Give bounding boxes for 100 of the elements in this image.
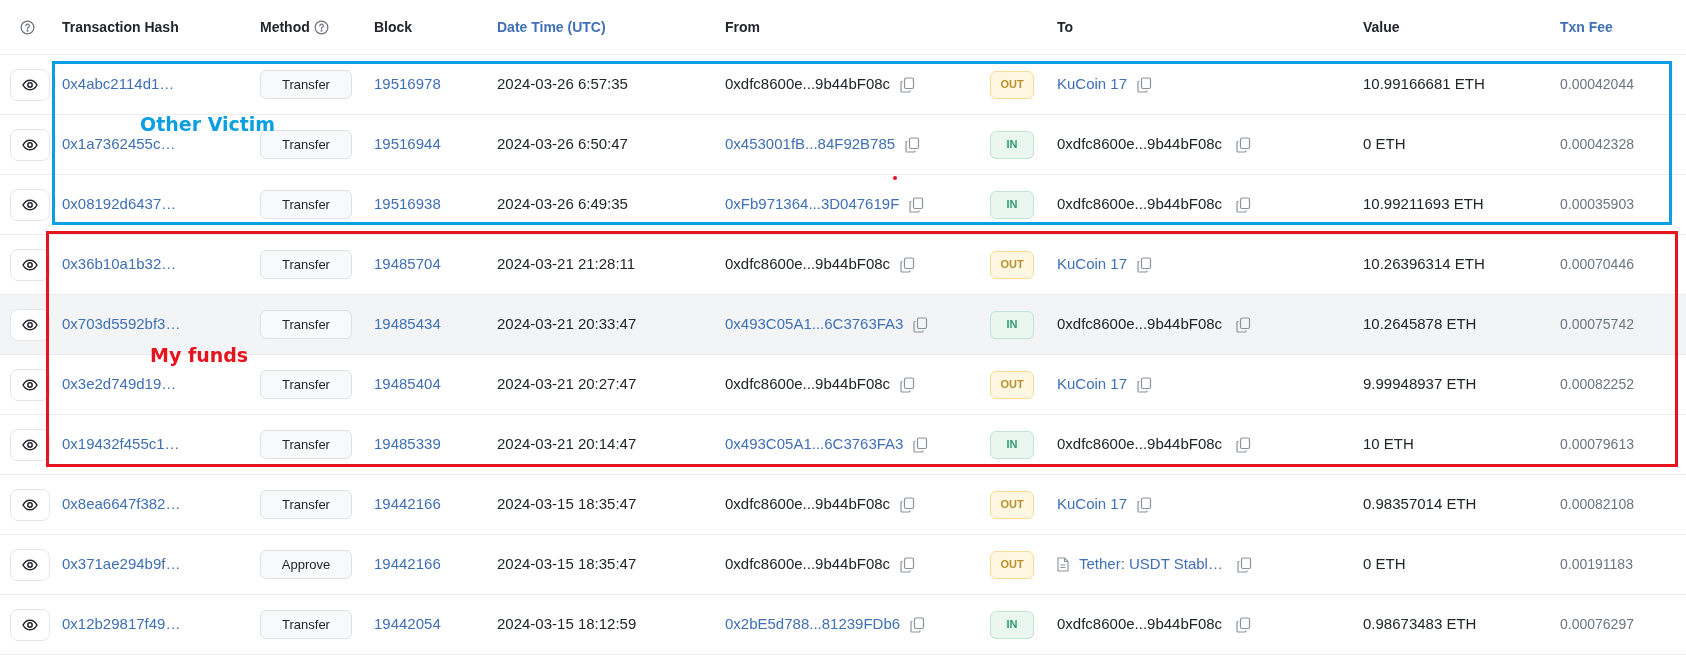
view-details-button[interactable] [10, 68, 50, 101]
block-link[interactable]: 19485434 [374, 313, 497, 336]
copy-icon[interactable] [1236, 556, 1252, 573]
transaction-hash-link[interactable]: 0x3e2d749d19… [62, 373, 260, 396]
view-details-button[interactable] [10, 308, 50, 341]
direction-tag: IN [990, 130, 1034, 159]
method-tag[interactable]: Transfer [260, 370, 352, 399]
view-details-button[interactable] [10, 548, 50, 581]
direction-tag: IN [990, 310, 1034, 339]
method-tag[interactable]: Transfer [260, 250, 352, 279]
column-header: Method [260, 17, 310, 37]
transaction-hash-link[interactable]: 0x703d5592bf3… [62, 313, 260, 336]
value-text: 10 ETH [1363, 434, 1415, 455]
copy-icon[interactable] [909, 196, 925, 213]
from-address-link[interactable]: 0x493C05A1...6C3763FA3 [725, 433, 904, 456]
block-link[interactable]: 19516978 [374, 73, 497, 96]
from-address-text: 0xdfc8600e...9b44bF08c [725, 554, 891, 575]
block-link[interactable]: 19442166 [374, 493, 497, 516]
method-tag[interactable]: Transfer [260, 430, 352, 459]
to-address-link[interactable]: Tether: USDT Stabl… [1079, 553, 1223, 576]
copy-icon[interactable] [900, 556, 916, 573]
eye-icon [22, 258, 38, 271]
copy-icon[interactable] [905, 136, 921, 153]
copy-icon[interactable] [1137, 76, 1153, 93]
to-address-link[interactable]: KuCoin 17 [1057, 253, 1128, 276]
method-tag[interactable]: Transfer [260, 130, 352, 159]
txn-fee-text: 0.00079613 [1560, 435, 1635, 454]
block-link[interactable]: 19516938 [374, 193, 497, 216]
eye-icon [22, 138, 38, 151]
copy-icon[interactable] [1137, 496, 1153, 513]
view-details-button[interactable] [10, 188, 50, 221]
date-time-text: 2024-03-21 20:33:47 [497, 314, 638, 335]
transaction-hash-link[interactable]: 0x08192d6437… [62, 193, 260, 216]
view-details-button[interactable] [10, 248, 50, 281]
copy-icon[interactable] [900, 496, 916, 513]
copy-icon[interactable] [913, 436, 929, 453]
block-link[interactable]: 19485704 [374, 253, 497, 276]
direction-tag: IN [990, 610, 1034, 639]
from-address-text: 0xdfc8600e...9b44bF08c [725, 494, 891, 515]
date-time-text: 2024-03-26 6:57:35 [497, 74, 629, 95]
copy-icon[interactable] [900, 376, 916, 393]
view-details-button[interactable] [10, 608, 50, 641]
method-tag[interactable]: Transfer [260, 190, 352, 219]
column-header: Block [374, 17, 413, 37]
to-address-link[interactable]: KuCoin 17 [1057, 373, 1128, 396]
date-time-text: 2024-03-21 20:14:47 [497, 434, 638, 455]
transaction-hash-link[interactable]: 0x19432f455c1… [62, 433, 260, 456]
to-address-link[interactable]: KuCoin 17 [1057, 73, 1128, 96]
method-tag[interactable]: Transfer [260, 70, 352, 99]
method-tag[interactable]: Transfer [260, 610, 352, 639]
method-tag[interactable]: Transfer [260, 490, 352, 519]
to-address-link[interactable]: KuCoin 17 [1057, 493, 1128, 516]
from-address-link[interactable]: 0x453001fB...84F92B785 [725, 133, 896, 156]
method-tag[interactable]: Transfer [260, 310, 352, 339]
view-details-button[interactable] [10, 128, 50, 161]
transaction-hash-link[interactable]: 0x371ae294b9f… [62, 553, 260, 576]
copy-icon[interactable] [900, 256, 916, 273]
from-address-text: 0xdfc8600e...9b44bF08c [725, 374, 891, 395]
view-details-button[interactable] [10, 488, 50, 521]
date-time-text: 2024-03-26 6:49:35 [497, 194, 629, 215]
copy-icon[interactable] [1236, 436, 1252, 453]
transaction-hash-link[interactable]: 0x36b10a1b32… [62, 253, 260, 276]
column-header[interactable]: Date Time (UTC) [497, 16, 606, 38]
transaction-hash-link[interactable]: 0x1a7362455c… [62, 133, 260, 156]
value-text: 10.26396314 ETH [1363, 254, 1486, 275]
copy-icon[interactable] [1236, 196, 1252, 213]
value-text: 10.2645878 ETH [1363, 314, 1478, 335]
document-icon [1057, 557, 1069, 572]
eye-icon [22, 78, 38, 91]
copy-icon[interactable] [913, 316, 929, 333]
view-details-button[interactable] [10, 368, 50, 401]
column-header[interactable]: Txn Fee [1560, 16, 1613, 38]
eye-icon [22, 198, 38, 211]
block-link[interactable]: 19516944 [374, 133, 497, 156]
date-time-text: 2024-03-21 20:27:47 [497, 374, 638, 395]
block-link[interactable]: 19485404 [374, 373, 497, 396]
value-text: 0 ETH [1363, 134, 1407, 155]
copy-icon[interactable] [1236, 616, 1252, 633]
copy-icon[interactable] [1236, 136, 1252, 153]
to-address-text: 0xdfc8600e...9b44bF08c [1057, 434, 1223, 455]
eye-icon [22, 378, 38, 391]
transaction-hash-link[interactable]: 0x12b29817f49… [62, 613, 260, 636]
block-link[interactable]: 19442166 [374, 553, 497, 576]
transaction-hash-link[interactable]: 0x4abc2114d1… [62, 73, 260, 96]
method-tag[interactable]: Approve [260, 550, 352, 579]
block-link[interactable]: 19442054 [374, 613, 497, 636]
copy-icon[interactable] [1137, 256, 1153, 273]
copy-icon[interactable] [1236, 316, 1252, 333]
copy-icon[interactable] [900, 76, 916, 93]
txn-fee-text: 0.00082252 [1560, 375, 1635, 394]
from-address-link[interactable]: 0x2bE5d788...81239FDb6 [725, 613, 901, 636]
copy-icon[interactable] [1137, 376, 1153, 393]
transaction-hash-link[interactable]: 0x8ea6647f382… [62, 493, 260, 516]
copy-icon[interactable] [910, 616, 926, 633]
block-link[interactable]: 19485339 [374, 433, 497, 456]
txn-fee-text: 0.00075742 [1560, 315, 1635, 334]
from-address-link[interactable]: 0xFb971364...3D047619F [725, 193, 900, 216]
from-address-link[interactable]: 0x493C05A1...6C3763FA3 [725, 313, 904, 336]
view-details-button[interactable] [10, 428, 50, 461]
date-time-text: 2024-03-15 18:12:59 [497, 614, 638, 635]
